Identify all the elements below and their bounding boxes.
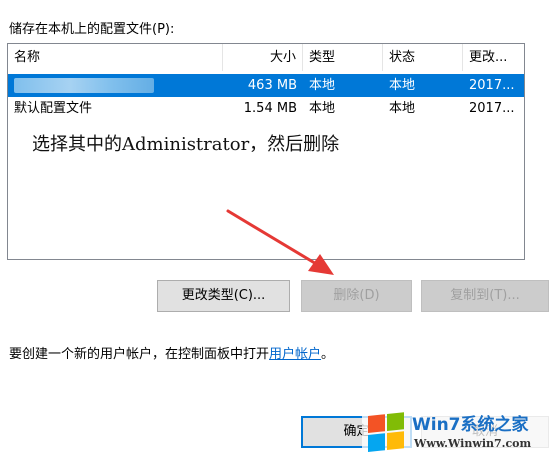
profile-size-cell: 1.54 MB	[243, 101, 297, 116]
copy-to-button[interactable]: 复制到(T)...	[421, 280, 549, 312]
profile-type-cell: 本地	[309, 78, 336, 93]
profile-status-cell: 本地	[389, 101, 416, 116]
site-watermark: Win7系统之家 Www.Winwin7.com	[362, 404, 558, 459]
profile-changed-cell: 2017...	[469, 101, 515, 116]
delete-button[interactable]: 删除(D)	[301, 280, 412, 312]
column-header-name[interactable]: 名称	[8, 44, 223, 71]
profile-size-cell: 463 MB	[247, 78, 297, 93]
profile-row-default[interactable]: 默认配置文件 1.54 MB 本地 本地 2017...	[8, 97, 524, 120]
profile-name-cell: 默认配置文件	[14, 101, 93, 116]
watermark-brand: Win7系统之家	[412, 415, 529, 435]
instruction-annotation: 选择其中的Administrator，然后删除	[32, 134, 340, 155]
profile-row-selected[interactable]: 463 MB 本地 本地 2017...	[8, 74, 524, 97]
redacted-profile-name	[14, 78, 154, 93]
user-accounts-link[interactable]: 用户帐户	[269, 347, 321, 362]
list-header: 名称 大小 类型 状态 更改...	[8, 44, 524, 71]
change-type-button[interactable]: 更改类型(C)...	[157, 280, 290, 312]
create-account-hint-suffix: 。	[321, 347, 335, 362]
column-header-size[interactable]: 大小	[223, 44, 303, 71]
red-arrow-annotation	[226, 209, 334, 275]
profile-type-cell: 本地	[309, 101, 336, 116]
column-header-changed[interactable]: 更改...	[463, 44, 525, 71]
column-header-status[interactable]: 状态	[383, 44, 463, 71]
create-account-hint-text: 要创建一个新的用户帐户，在控制面板中打开	[9, 347, 270, 362]
watermark-url: Www.Winwin7.com	[414, 437, 532, 450]
profile-name-cell	[8, 74, 223, 97]
profile-changed-cell: 2017...	[469, 78, 515, 93]
create-account-hint: 要创建一个新的用户帐户，在控制面板中打开用户帐户。	[9, 343, 334, 362]
profile-status-cell: 本地	[389, 78, 416, 93]
column-header-type[interactable]: 类型	[303, 44, 383, 71]
profiles-section-label: 储存在本机上的配置文件(P):	[9, 22, 175, 37]
